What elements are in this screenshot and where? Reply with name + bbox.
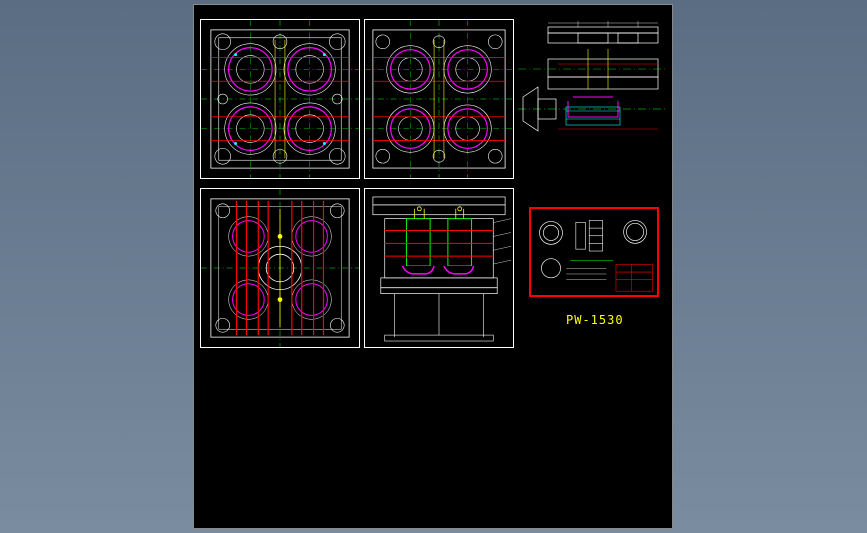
view-ejector-plan [200, 188, 360, 348]
view-plan-a [200, 19, 360, 179]
cad-drawing-canvas[interactable]: PW-1530 [193, 4, 673, 529]
view-section-side [518, 19, 668, 179]
title-block [529, 207, 659, 297]
view-section-front [364, 188, 514, 348]
view-plan-b [364, 19, 514, 179]
part-number-label: PW-1530 [566, 313, 624, 327]
